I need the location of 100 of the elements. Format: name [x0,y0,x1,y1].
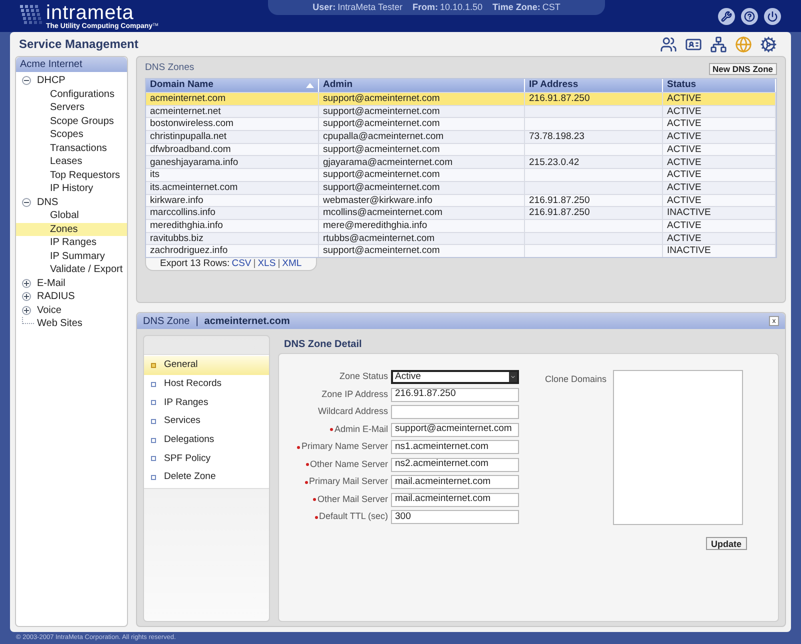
table-cell: webmaster@kirkware.info [323,196,432,206]
field-label: Wildcard Address [318,405,388,418]
expand-icon[interactable] [22,306,31,315]
tree-item[interactable]: DNS [36,194,60,210]
table-cell: ACTIVE [667,144,702,154]
table-cell: gjayarama@acmeinternet.com [323,158,453,168]
expand-icon[interactable] [22,278,31,288]
field-label: Primary Mail Server [308,475,388,488]
table-row[interactable]: dfwbroadband.com support@acmeinternet.com ACTIVE [146,142,776,156]
table-row[interactable]: acmeinternet.com support@acmeinternet.com 216.91.87.250 ACTIVE [146,92,776,105]
input-field[interactable]: ns2.acmeinternet.com [391,458,519,472]
table-cell: rtubbs@acmeinternet.com [323,234,435,244]
export-link[interactable]: XLS [258,256,276,272]
tree-item[interactable]: Scopes [16,128,127,142]
table-cell: support@acmeinternet.com [323,246,440,256]
people-icon[interactable] [660,36,677,52]
tree-item[interactable]: Transactions [16,142,127,155]
field-label: Other Name Server [310,458,388,471]
nav-item[interactable]: Delete Zone [144,468,269,487]
nav-item[interactable]: Services [144,412,269,431]
session-value: IntraMeta Tester [338,0,402,14]
tree-item[interactable]: IP Summary [16,250,127,263]
table-cell: 73.78.198.23 [529,132,584,142]
table-cell: ACTIVE [667,106,702,116]
table-cell: ACTIVE [667,94,702,104]
expand-icon[interactable] [22,292,31,302]
tree-item[interactable]: Validate / Export [16,263,127,276]
input-field[interactable]: ns1.acmeinternet.com [391,440,519,454]
tree-item[interactable]: IP Ranges [16,236,127,250]
input-field[interactable]: support@acmeinternet.com [391,422,519,436]
tree-item[interactable]: Leases [16,155,127,168]
new-zone-button[interactable]: New DNS Zone [708,62,777,74]
table-cell: ACTIVE [667,196,702,206]
table-cell: ACTIVE [667,234,702,244]
field-label: Other Mail Server [317,492,388,506]
table-row[interactable]: acmeinternet.net support@acmeinternet.com ACTIVE [146,104,776,118]
clone-label: Clone Domains [545,373,607,386]
update-button[interactable]: Update [706,537,747,550]
input-field[interactable]: 300 [391,510,519,524]
export-link[interactable]: XML [282,256,302,272]
table-row[interactable]: zachrodriguez.info support@acmeinternet.com INACTIVE [146,244,776,257]
tree-item[interactable]: IP History [16,182,127,196]
table-cell: meredithghia.info [150,220,223,230]
tree-item[interactable]: E-Mail [36,276,66,291]
table-row[interactable]: bostonwireless.com support@acmeinternet.com ACTIVE [146,117,776,130]
tree-item[interactable]: DHCP [36,73,66,88]
table-row[interactable]: its support@acmeinternet.com ACTIVE [146,168,776,181]
input-field[interactable]: mail.acmeinternet.com [391,475,519,489]
gears-icon[interactable] [760,36,777,52]
tools-icon[interactable] [718,8,735,24]
collapse-icon[interactable] [22,76,31,86]
tree-item[interactable]: Servers [16,101,127,114]
table-cell: ACTIVE [667,119,702,129]
nav-item[interactable]: Delegations [144,430,269,450]
tree-item[interactable]: Zones [16,222,127,236]
table-cell: support@acmeinternet.com [323,119,440,129]
network-icon[interactable] [710,36,727,52]
table-cell: 216.91.87.250 [529,208,590,218]
logo-icon [20,5,42,27]
table-cell: ravitubbs.biz [150,234,204,244]
nav-item[interactable]: SPF Policy [144,449,269,468]
nav-item[interactable]: Host Records [144,374,269,394]
table-row[interactable]: kirkware.info webmaster@kirkware.info 216.91.87.250 ACTIVE [146,194,776,206]
table-row[interactable]: marccollins.info mcollins@acmeinternet.com 216.91.87.250 INACTIVE [146,206,776,219]
session-value: CST [542,0,560,14]
tree-item[interactable]: Scope Groups [16,114,127,128]
tree-item[interactable]: Configurations [16,88,127,101]
table-cell: acmeinternet.com [150,94,226,104]
field-label: Primary Name Server [301,440,388,454]
panel-title: DNS Zones [145,61,194,76]
detail-heading: DNS Zone Detail [284,338,362,352]
input-field[interactable] [391,405,519,419]
input-field[interactable]: mail.acmeinternet.com [391,492,519,506]
status-select[interactable]: Active [391,370,519,384]
nav-item[interactable]: IP Ranges [144,393,269,412]
input-field[interactable]: 216.91.87.250 [391,388,519,402]
table-row[interactable]: meredithghia.info mere@meredithghia.info ACTIVE [146,218,776,232]
tree-item[interactable]: Global [16,209,127,222]
tree-item[interactable]: RADIUS [36,289,76,304]
tree-item[interactable]: Voice [36,302,62,318]
table-row[interactable]: ravitubbs.biz rtubbs@acmeinternet.com ACTIVE [146,232,776,244]
table-cell: mcollins@acmeinternet.com [323,208,442,218]
field-label: Admin E-Mail [334,422,388,436]
table-row[interactable]: christinpupalla.net cpupalla@acmeinternet.com 73.78.198.23 ACTIVE [146,130,776,143]
table-cell: 216.91.87.250 [529,196,590,206]
table-cell: INACTIVE [667,246,711,256]
export-link[interactable]: CSV [232,256,252,272]
table-cell: support@acmeinternet.com [323,182,440,192]
power-icon[interactable] [764,8,781,24]
export-label: Export 13 Rows: [160,256,230,271]
nav-item[interactable]: General [144,356,269,375]
table-row[interactable]: ganeshjayarama.info gjayarama@acmeinternet.com 215.23.0.42 ACTIVE [146,155,776,168]
help-icon[interactable] [741,8,758,24]
table-row[interactable]: its.acmeinternet.com support@acmeinternet.com ACTIVE [146,180,776,194]
table-cell: 215.23.0.42 [529,158,580,168]
tree-item[interactable]: Web Sites [36,316,84,332]
tree-item[interactable]: Top Requestors [16,168,127,182]
table-cell: INACTIVE [667,208,711,218]
collapse-icon[interactable] [22,198,31,207]
dropdown-icon [509,372,517,382]
